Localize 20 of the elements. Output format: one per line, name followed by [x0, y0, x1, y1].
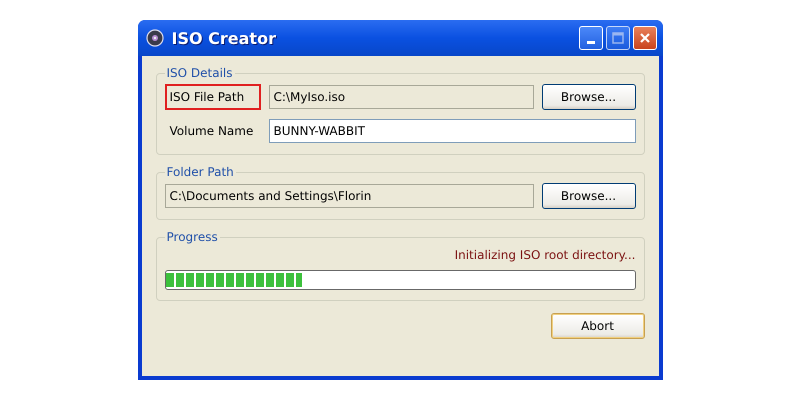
field-label: Volume Name — [168, 123, 254, 140]
close-button[interactable] — [632, 26, 656, 50]
group-title: Folder Path — [166, 165, 235, 179]
minimize-icon — [586, 40, 594, 44]
folder-path-field[interactable]: C:\Documents and Settings\Florin — [164, 184, 534, 208]
minimize-button[interactable] — [578, 26, 602, 50]
text-field[interactable]: BUNNY-WABBIT — [268, 119, 636, 143]
field-label: ISO File Path — [164, 84, 260, 110]
browse-button[interactable]: Browse... — [542, 84, 636, 110]
maximize-button[interactable] — [606, 26, 630, 50]
disc-icon — [146, 29, 164, 47]
close-icon — [638, 32, 650, 44]
status-text: Initializing ISO root directory... — [454, 248, 636, 262]
group-title: Progress — [166, 230, 219, 244]
text-field[interactable]: C:\MyIso.iso — [268, 85, 534, 109]
maximize-icon — [612, 32, 624, 44]
group-title: ISO Details — [166, 66, 234, 80]
abort-button[interactable]: Abort — [550, 313, 644, 339]
browse-button[interactable]: Browse... — [542, 183, 636, 209]
window-title: ISO Creator — [172, 28, 277, 48]
